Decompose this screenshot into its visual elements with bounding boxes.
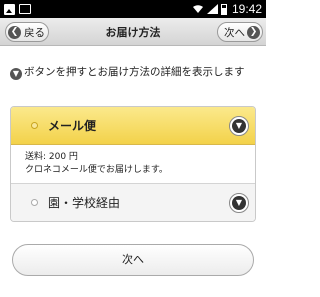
option-label: 園・学校経由 <box>48 196 121 210</box>
delivery-options: メール便 ▼ 送料: 200 円 クロネコメール便でお届けします。 園・学校経由… <box>10 106 256 222</box>
delivery-note: クロネコメール便でお届けします。 <box>25 165 168 175</box>
option-label: メール便 <box>48 119 97 133</box>
radio-unselected-icon[interactable] <box>31 199 38 206</box>
shipping-fee: 送料: 200 円 <box>25 152 78 162</box>
notification-icon <box>4 3 15 15</box>
battery-icon <box>220 3 227 15</box>
intro-text: ▼ ボタンを押すとお届け方法の詳細を表示します <box>10 64 264 80</box>
chevron-down-icon: ▼ <box>232 119 246 133</box>
header-bar: ❮ 戻る お届け方法 次へ ❯ <box>0 18 266 46</box>
option-school-delivery[interactable]: 園・学校経由 ▼ <box>11 183 255 221</box>
wifi-icon <box>192 5 203 13</box>
chevron-down-icon: ▼ <box>10 68 22 80</box>
expand-button[interactable]: ▼ <box>229 193 249 213</box>
header-next-button[interactable]: 次へ ❯ <box>217 22 263 42</box>
status-time: 19:42 <box>231 2 262 16</box>
status-bar-system: 19:42 <box>192 2 262 16</box>
chevron-down-icon: ▼ <box>232 196 246 210</box>
header-next-label: 次へ <box>224 26 245 39</box>
chevron-right-icon: ❯ <box>247 25 260 39</box>
next-button[interactable]: 次へ <box>12 244 254 276</box>
status-bar-notifications <box>4 3 31 15</box>
signal-icon <box>206 4 218 14</box>
expand-button[interactable]: ▼ <box>229 116 249 136</box>
status-bar: 19:42 <box>0 0 266 18</box>
option-mail-delivery[interactable]: メール便 ▼ <box>11 107 255 145</box>
radio-selected-icon[interactable] <box>31 122 38 129</box>
intro-label: ボタンを押すとお届け方法の詳細を表示します <box>24 66 245 78</box>
image-notification-icon <box>19 4 31 14</box>
option-detail: 送料: 200 円 クロネコメール便でお届けします。 <box>11 145 255 183</box>
